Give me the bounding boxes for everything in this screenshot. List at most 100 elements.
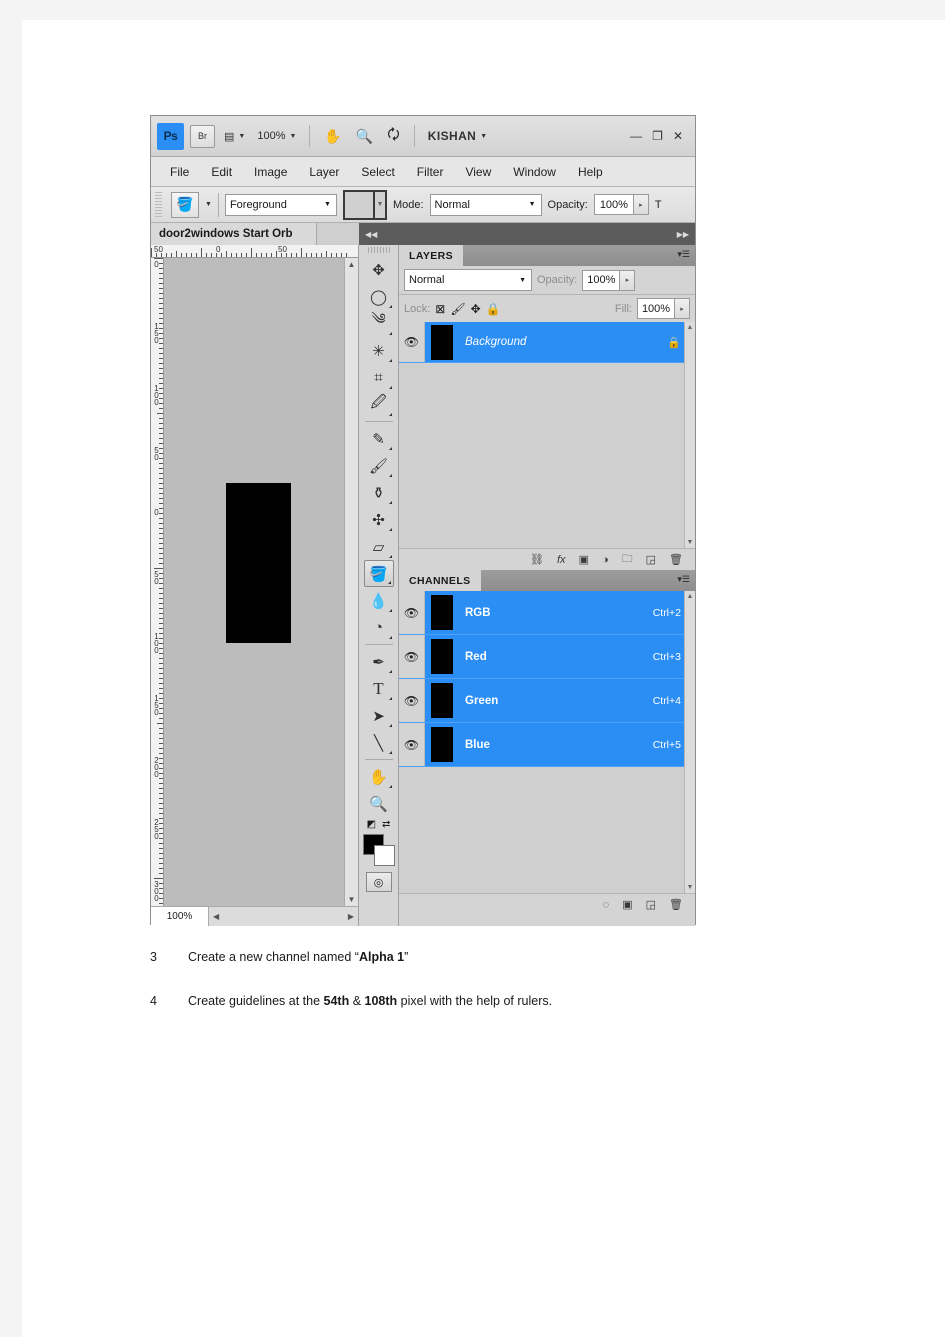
menu-image[interactable]: Image — [243, 162, 298, 182]
horizontal-ruler[interactable]: 50 0 50 — [151, 245, 358, 258]
channel-visibility-icon[interactable]: 👁 — [399, 591, 425, 634]
new-layer-icon[interactable]: ◲ — [646, 553, 656, 566]
chevron-down-icon[interactable]: ▼ — [372, 191, 385, 218]
layer-row-background[interactable]: 👁 Background 🔒 — [399, 322, 695, 363]
channel-row-red[interactable]: 👁 Red Ctrl+3 — [399, 635, 695, 679]
magic-wand-tool[interactable]: ✳ — [364, 337, 394, 364]
zoom-tool[interactable]: 🔍 — [364, 790, 394, 817]
rotate-view-icon[interactable]: 🗘 — [383, 124, 404, 148]
expand-right-icon[interactable]: ▶▶ — [677, 230, 689, 239]
menu-layer[interactable]: Layer — [298, 162, 350, 182]
clone-stamp-tool[interactable]: ⚱ — [364, 479, 394, 506]
swap-colors-icon[interactable]: ⇄ — [382, 819, 390, 830]
channels-list[interactable]: 👁 RGB Ctrl+2 👁 Red Ctrl+3 👁 Green Ctrl+4… — [399, 591, 695, 893]
close-button[interactable]: ✕ — [673, 129, 683, 143]
zoom-icon[interactable]: 🔍 — [352, 128, 377, 145]
scroll-down-icon[interactable]: ▼ — [687, 539, 694, 546]
chevron-down-icon[interactable]: ▼ — [205, 201, 212, 208]
blur-tool[interactable]: 💧 — [364, 587, 394, 614]
background-color-swatch[interactable] — [373, 845, 395, 866]
scroll-left-icon[interactable]: ◀ — [213, 912, 219, 921]
history-brush-tool[interactable]: ✣ — [364, 506, 394, 533]
load-selection-icon[interactable]: ◌ — [603, 899, 610, 911]
layer-mask-icon[interactable]: ▣ — [579, 553, 589, 566]
fill-control[interactable]: 100% ▸ — [637, 298, 690, 319]
scroll-up-icon[interactable]: ▲ — [687, 324, 694, 331]
dodge-tool[interactable]: ◔ — [364, 614, 394, 641]
scroll-down-icon[interactable]: ▼ — [687, 884, 694, 891]
tools-drag-grip[interactable] — [367, 247, 390, 253]
layers-scrollbar[interactable]: ▲ ▼ — [684, 322, 695, 548]
channel-visibility-icon[interactable]: 👁 — [399, 635, 425, 678]
channel-name[interactable]: Red — [453, 651, 653, 663]
scroll-up-icon[interactable]: ▲ — [348, 260, 356, 269]
layer-opacity-control[interactable]: 100% ▸ — [582, 269, 636, 291]
tab-layers[interactable]: LAYERS — [399, 245, 464, 266]
delete-channel-icon[interactable]: 🗑 — [669, 898, 683, 911]
channel-row-blue[interactable]: 👁 Blue Ctrl+5 — [399, 723, 695, 767]
move-tool[interactable]: ✥ — [364, 256, 394, 283]
panel-menu-icon[interactable]: ▾☰ — [677, 574, 690, 585]
channels-scrollbar[interactable]: ▲ ▼ — [684, 591, 695, 893]
layer-name[interactable]: Background — [453, 336, 667, 348]
eraser-tool[interactable]: ▱ — [364, 533, 394, 560]
view-arrange-button[interactable]: ▤ ▼ — [221, 125, 248, 148]
layer-opacity-stepper[interactable]: ▸ — [620, 269, 636, 291]
menu-edit[interactable]: Edit — [200, 162, 243, 182]
zoom-status-value[interactable]: 100% — [151, 907, 209, 926]
fx-icon[interactable]: fx — [557, 554, 566, 566]
pen-tool[interactable]: ✒ — [364, 648, 394, 675]
healing-brush-tool[interactable]: ✎ — [364, 425, 394, 452]
pattern-swatch[interactable]: ▼ — [342, 189, 387, 220]
opacity-control[interactable]: 100% ▸ — [593, 194, 649, 215]
color-swatches[interactable] — [362, 834, 395, 866]
fill-input[interactable]: 100% — [637, 298, 675, 319]
blend-mode-select[interactable]: Normal ▼ — [429, 193, 542, 216]
layer-visibility-icon[interactable]: 👁 — [399, 322, 425, 362]
canvas-vertical-scrollbar[interactable]: ▲ ▼ — [344, 258, 358, 906]
channel-name[interactable]: Blue — [453, 739, 653, 751]
minimize-button[interactable]: — — [630, 129, 642, 143]
lasso-tool[interactable]: ༄ — [364, 310, 394, 337]
artboard[interactable] — [164, 258, 344, 906]
scroll-up-icon[interactable]: ▲ — [687, 593, 694, 600]
collapse-left-icon[interactable]: ◀◀ — [365, 230, 377, 239]
bridge-button[interactable]: Br — [190, 124, 215, 148]
crop-tool[interactable]: ⌗ — [364, 364, 394, 391]
fill-source-select[interactable]: Foreground ▼ — [224, 193, 337, 216]
menu-select[interactable]: Select — [350, 162, 405, 182]
quick-mask-toggle[interactable]: ◎ — [365, 872, 392, 892]
opacity-input[interactable]: 100% — [593, 194, 634, 215]
channel-name[interactable]: RGB — [453, 607, 653, 619]
vertical-ruler[interactable]: 0 150 100 50 0 50 100 150 200 250 300 — [151, 258, 164, 906]
hand-icon[interactable]: ✋ — [320, 128, 345, 145]
path-selection-tool[interactable]: ➤ — [364, 702, 394, 729]
channel-row-green[interactable]: 👁 Green Ctrl+4 — [399, 679, 695, 723]
menu-filter[interactable]: Filter — [406, 162, 455, 182]
lock-image-pixels-icon[interactable]: 🖌 — [450, 302, 465, 316]
fill-stepper[interactable]: ▸ — [675, 298, 690, 319]
line-tool[interactable]: ╲ — [364, 729, 394, 756]
zoom-level-selector[interactable]: 100% ▼ — [254, 125, 299, 148]
layers-list[interactable]: 👁 Background 🔒 ▲ ▼ — [399, 322, 695, 548]
save-selection-icon[interactable]: ▣ — [622, 898, 632, 911]
workspace-switcher[interactable]: KISHAN ▼ — [425, 125, 490, 148]
scroll-right-icon[interactable]: ▶ — [348, 912, 354, 921]
paint-bucket-icon[interactable]: 🪣 — [171, 191, 199, 218]
new-channel-icon[interactable]: ◲ — [646, 898, 656, 911]
maximize-button[interactable]: ❐ — [652, 129, 663, 143]
document-tab[interactable]: door2windows Start Orb — [151, 223, 317, 245]
delete-layer-icon[interactable]: 🗑 — [669, 553, 683, 566]
channel-visibility-icon[interactable]: 👁 — [399, 723, 425, 766]
channel-name[interactable]: Green — [453, 695, 653, 707]
adjustment-layer-icon[interactable]: ◑ — [602, 554, 609, 566]
layer-blend-mode-select[interactable]: Normal ▼ — [404, 269, 532, 291]
channel-visibility-icon[interactable]: 👁 — [399, 679, 425, 722]
hand-tool[interactable]: ✋ — [364, 763, 394, 790]
menu-file[interactable]: File — [159, 162, 200, 182]
menu-view[interactable]: View — [454, 162, 502, 182]
lock-transparency-icon[interactable]: ⊠ — [435, 302, 445, 316]
lock-all-icon[interactable]: 🔒 — [486, 302, 501, 316]
group-folder-icon[interactable]: 🗀 — [622, 550, 633, 569]
paint-bucket-tool[interactable]: 🪣 — [363, 560, 394, 587]
